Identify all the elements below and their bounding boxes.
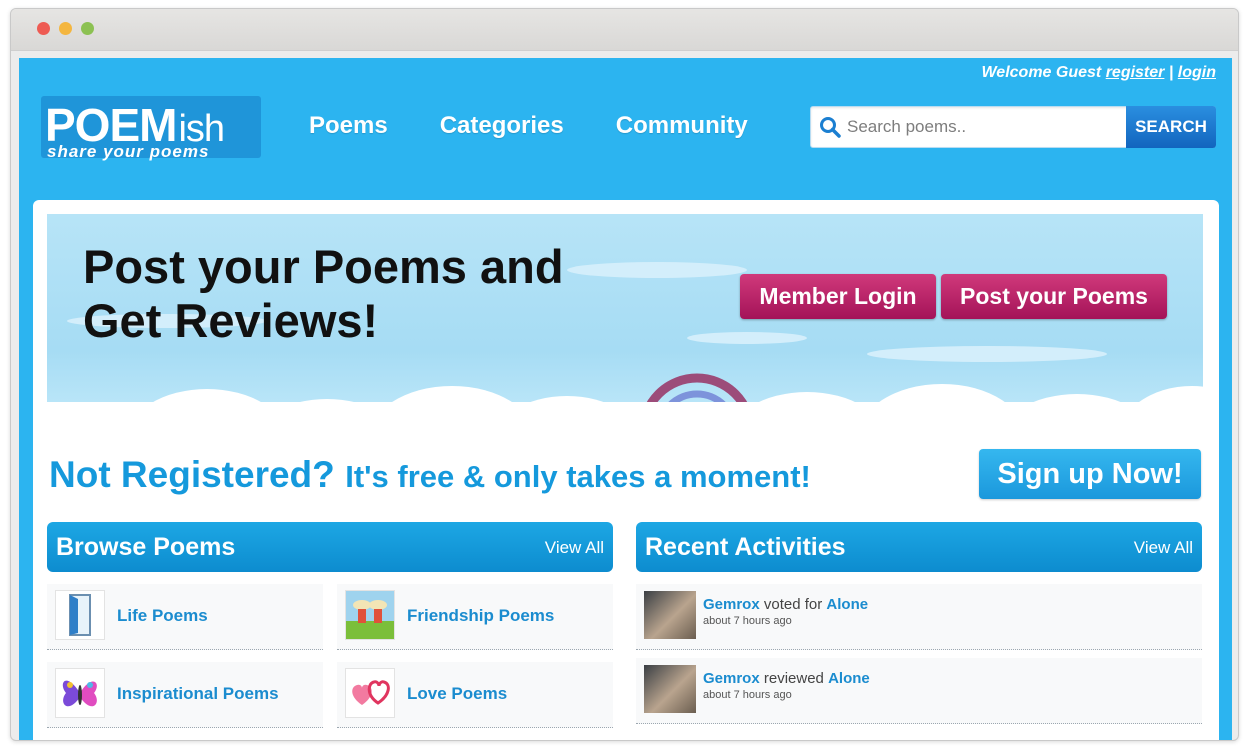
welcome-bar: Welcome Guest register | login	[981, 64, 1216, 82]
user-avatar[interactable]	[644, 591, 696, 639]
main-content: Post your Poems and Get Reviews! Member …	[33, 200, 1219, 740]
sky-cloud	[867, 346, 1107, 362]
user-avatar[interactable]	[644, 665, 696, 713]
search-icon	[820, 117, 841, 138]
site-logo[interactable]: POEMish share your poems	[41, 96, 261, 166]
category-label: Life Poems	[117, 606, 208, 625]
activity-user-link[interactable]: Gemrox	[703, 670, 760, 687]
hero-title: Post your Poems and Get Reviews!	[83, 240, 643, 348]
window-titlebar	[11, 9, 1238, 51]
recent-activities-title: Recent Activities	[645, 533, 846, 561]
activity-action: reviewed	[763, 670, 824, 687]
maximize-window-button[interactable]	[81, 22, 94, 35]
recent-activities-header: Recent Activities View All	[636, 522, 1202, 572]
search-button[interactable]: SEARCH	[1126, 106, 1216, 148]
butterfly-icon	[55, 668, 105, 718]
register-link[interactable]: register	[1106, 64, 1165, 81]
main-nav: Poems Categories Community	[309, 112, 748, 140]
browse-view-all-link[interactable]: View All	[545, 538, 604, 558]
activity-item: Gemrox reviewed Alone about 7 hours ago	[636, 658, 1202, 724]
link-separator: |	[1168, 64, 1174, 81]
activity-time: about 7 hours ago	[703, 615, 792, 627]
nav-poems[interactable]: Poems	[309, 112, 388, 140]
activity-target-link[interactable]: Alone	[826, 596, 868, 613]
activity-item: Gemrox voted for Alone about 7 hours ago	[636, 584, 1202, 650]
browser-window: Welcome Guest register | login POEMish s…	[10, 8, 1239, 741]
minimize-window-button[interactable]	[59, 22, 72, 35]
not-registered-text: Not Registered?	[49, 454, 335, 495]
activity-user-link[interactable]: Gemrox	[703, 596, 760, 613]
browse-poems-header: Browse Poems View All	[47, 522, 613, 572]
search-input[interactable]	[847, 107, 1127, 147]
cloud-base	[47, 402, 1203, 442]
category-life-poems[interactable]: Life Poems	[47, 584, 323, 650]
activity-text: Gemrox reviewed Alone	[703, 670, 870, 687]
logo-tagline: share your poems	[47, 142, 210, 161]
post-poems-button[interactable]: Post your Poems	[941, 274, 1167, 319]
activity-text: Gemrox voted for Alone	[703, 596, 868, 613]
activity-target-link[interactable]: Alone	[828, 670, 870, 687]
category-label: Love Poems	[407, 684, 508, 703]
welcome-text: Welcome Guest	[981, 64, 1102, 81]
friends-icon	[345, 590, 395, 640]
search-box: SEARCH	[810, 106, 1216, 148]
activities-view-all-link[interactable]: View All	[1134, 538, 1193, 558]
recent-activities-panel: Recent Activities View All Gemrox voted …	[636, 522, 1202, 724]
browse-poems-title: Browse Poems	[56, 533, 236, 561]
sky-cloud	[687, 332, 807, 344]
hero-title-line2: Get Reviews!	[83, 294, 379, 347]
activity-action: voted for	[763, 596, 823, 613]
category-friendship-poems[interactable]: Friendship Poems	[337, 584, 613, 650]
browse-poems-panel: Browse Poems View All Life Poems Friends…	[47, 522, 613, 728]
nav-categories[interactable]: Categories	[440, 112, 564, 140]
member-login-button[interactable]: Member Login	[740, 274, 936, 319]
hearts-icon	[345, 668, 395, 718]
hero-banner: Post your Poems and Get Reviews! Member …	[47, 214, 1203, 442]
category-label: Friendship Poems	[407, 606, 555, 625]
signup-button[interactable]: Sign up Now!	[979, 449, 1201, 499]
page-viewport: Welcome Guest register | login POEMish s…	[19, 58, 1232, 740]
category-love-poems[interactable]: Love Poems	[337, 662, 613, 728]
free-tagline: It's free & only takes a moment!	[345, 459, 811, 494]
nav-community[interactable]: Community	[616, 112, 748, 140]
close-window-button[interactable]	[37, 22, 50, 35]
activity-time: about 7 hours ago	[703, 689, 792, 701]
category-label: Inspirational Poems	[117, 684, 279, 703]
hero-title-line1: Post your Poems and	[83, 240, 564, 293]
category-inspirational-poems[interactable]: Inspirational Poems	[47, 662, 323, 728]
door-icon	[55, 590, 105, 640]
not-registered-banner: Not Registered? It's free & only takes a…	[49, 454, 811, 496]
login-link[interactable]: login	[1178, 64, 1216, 81]
